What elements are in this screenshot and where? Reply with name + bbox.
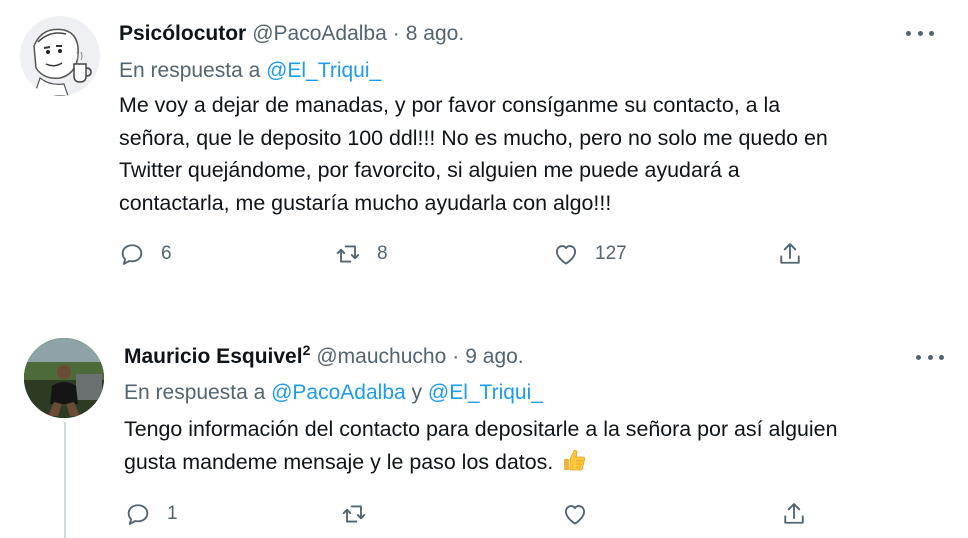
tweet[interactable]: Psicólocutor @PacoAdalba · 8 ago. En respue… [0,0,968,300]
retweet-count: 8 [377,243,388,264]
mention-link[interactable]: @El_Triqui_ [266,59,381,82]
profile-photo-icon [24,338,104,418]
reply-context: En respuesta a @El_Triqui_ [119,57,381,85]
share-icon [780,243,800,264]
mention-link[interactable]: @El_Triqui_ [428,381,543,404]
author-handle[interactable]: @PacoAdalba [252,22,387,45]
cartoon-face-avatar-icon [20,16,100,96]
tweet-text-content: Tengo información del contacto para depo… [124,417,838,474]
avatar[interactable] [24,338,104,418]
thumbs-up-emoji-icon [564,449,586,470]
reply-count: 6 [161,243,172,264]
tweet-text: Tengo información del contacto para depo… [124,413,944,478]
reply-icon [121,244,143,265]
share-icon [784,503,804,524]
reply-prefix: En respuesta a [119,59,261,82]
heart-icon [555,245,577,265]
share-button[interactable] [776,236,804,272]
mention-link[interactable]: @PacoAdalba [271,381,406,404]
avatar[interactable] [20,16,100,96]
tweet-actions: 6 8 127 [0,236,968,272]
tweet-header: Mauricio Esquivel2 @mauchucho · 9 ago. [124,343,524,371]
reply-count: 1 [167,503,178,524]
retweet-icon [336,245,360,263]
retweet-icon [342,505,366,523]
more-horizontal-icon [916,354,921,360]
heart-icon [564,505,586,525]
reply-prefix: En respuesta a [124,381,266,404]
tweet-text: Me voy a dejar de manadas, y por favor c… [119,93,828,215]
more-horizontal-icon [906,30,911,36]
like-count: 127 [595,243,627,264]
author-name[interactable]: Mauricio Esquivel2 [124,342,311,368]
reply-button[interactable]: 6 [118,236,172,272]
tweet-date[interactable]: 8 ago. [406,22,464,45]
separator-dot: · [392,22,400,45]
like-button[interactable] [561,496,589,532]
tweet-actions: 1 [0,496,968,532]
name-superscript: 2 [302,342,311,358]
retweet-button[interactable] [340,496,368,532]
reply-context: En respuesta a @PacoAdalba y @El_Triqui_ [124,379,543,407]
like-button[interactable]: 127 [552,236,627,272]
reply-icon [127,504,149,525]
reply-button[interactable]: 1 [124,496,178,532]
more-options-button[interactable] [912,344,948,370]
author-handle[interactable]: @mauchucho [316,345,446,368]
reply-joiner: y [411,381,423,404]
more-options-button[interactable] [902,20,938,46]
tweet[interactable]: Mauricio Esquivel2 @mauchucho · 9 ago. En r… [0,318,968,538]
retweet-button[interactable]: 8 [334,236,388,272]
tweet-header: Psicólocutor @PacoAdalba · 8 ago. [119,20,464,48]
author-name[interactable]: Psicólocutor [119,22,246,45]
separator-dot: · [452,345,460,368]
share-button[interactable] [780,496,808,532]
tweet-date[interactable]: 9 ago. [465,345,523,368]
